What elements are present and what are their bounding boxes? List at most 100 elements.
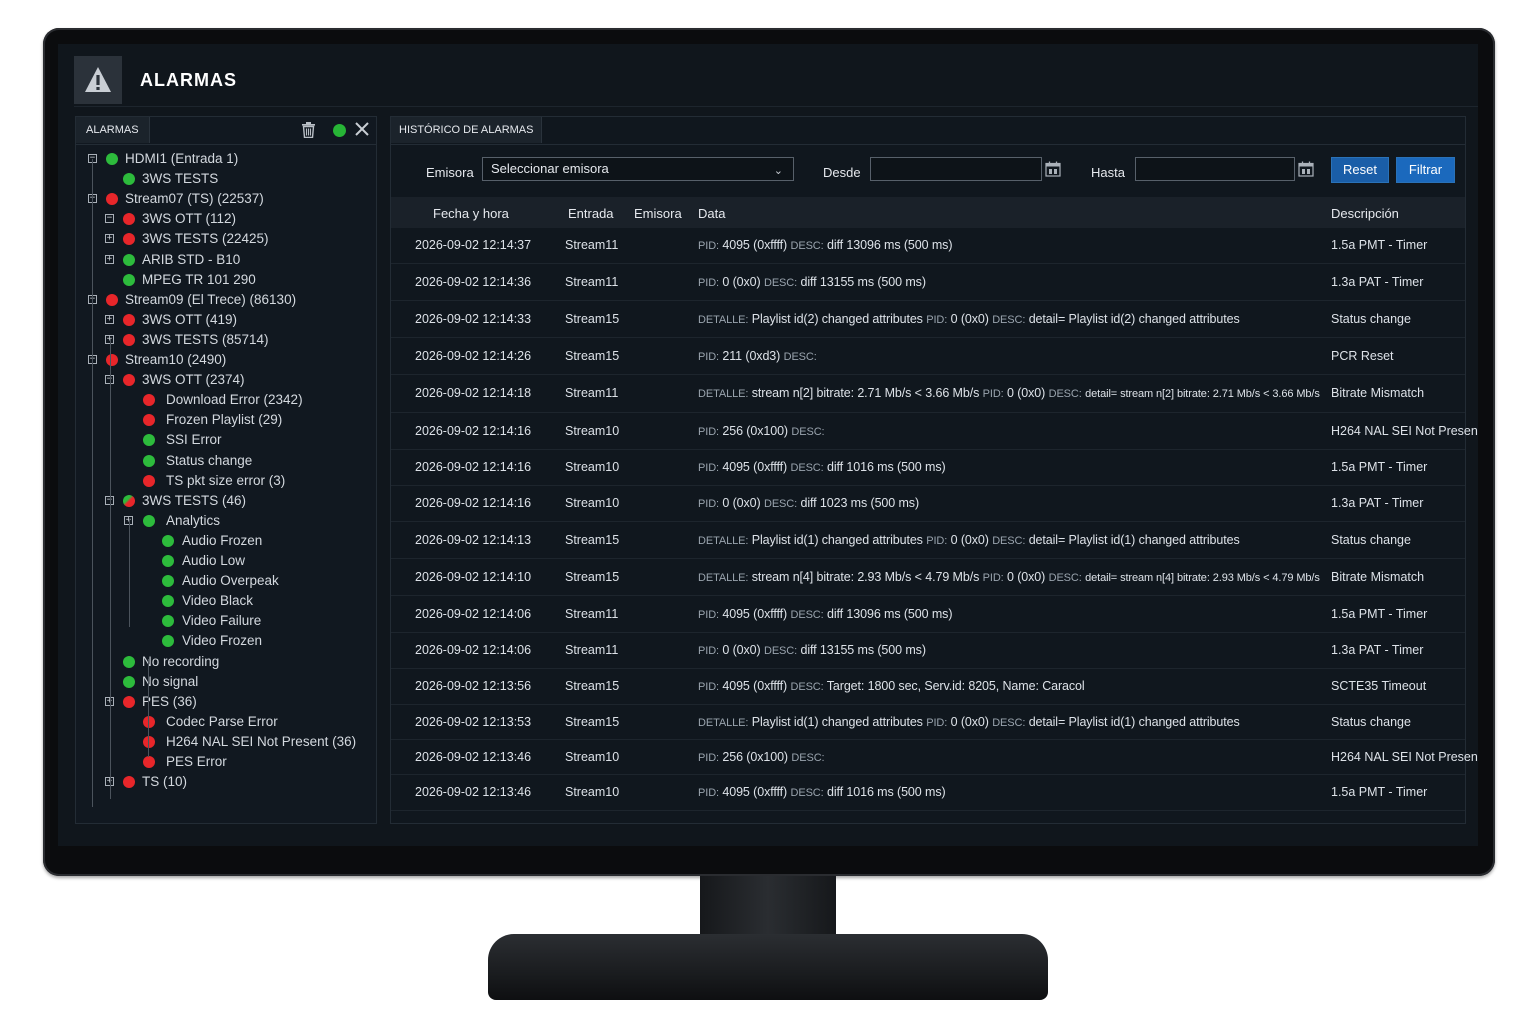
status-red-icon — [123, 313, 135, 326]
status-red-icon — [123, 776, 135, 789]
status-indicator-green[interactable] — [333, 124, 346, 137]
tree-node[interactable]: +PES (36) — [76, 692, 376, 712]
tree-node[interactable]: Video Black — [76, 591, 376, 611]
table-row[interactable]: 2026-09-02 12:14:33 Stream15 DETALLE: Play… — [391, 301, 1465, 338]
hasta-date-input[interactable] — [1135, 157, 1295, 181]
tree-node[interactable]: Video Frozen — [76, 631, 376, 651]
tree-node[interactable]: 3WS TESTS — [76, 169, 376, 189]
tree-node[interactable]: SSI Error — [76, 430, 376, 450]
table-row[interactable]: 2026-09-02 12:14:18 Stream11 DETALLE: stre… — [391, 375, 1465, 413]
table-row[interactable]: 2026-09-02 12:14:16 Stream10 PID: 256 (0x1… — [391, 413, 1478, 450]
expand-toggle-icon[interactable]: + — [105, 254, 114, 264]
tree-node-label: Stream10 (2490) — [125, 352, 227, 367]
expand-toggle-icon[interactable]: + — [105, 234, 114, 244]
cell-descripcion: PCR Reset — [1331, 349, 1394, 363]
tree-node[interactable]: Audio Overpeak — [76, 571, 376, 591]
status-red-icon — [106, 354, 118, 366]
tree-node[interactable]: MPEG TR 101 290 — [76, 270, 376, 290]
tree-node-label: Codec Parse Error — [166, 713, 278, 729]
tree-node[interactable]: +3WS TESTS (85714) — [76, 330, 376, 350]
expand-toggle-icon[interactable]: + — [105, 314, 114, 324]
collapse-toggle-icon[interactable]: − — [105, 214, 114, 224]
tree-node[interactable]: −3WS OTT (2374) — [76, 370, 376, 390]
tree-node[interactable]: − 3WS OTT (112) — [76, 209, 376, 229]
table-row[interactable]: 2026-09-02 12:14:13 Stream15 DETALLE: Play… — [391, 522, 1465, 559]
desde-date-input[interactable] — [870, 157, 1042, 181]
chevron-down-icon: ⌄ — [773, 165, 783, 177]
cell-entrada: Stream11 — [565, 386, 619, 400]
column-header-data[interactable]: Data — [698, 206, 725, 221]
table-row[interactable]: 2026-09-02 12:14:06 Stream11 PID: 4095 (0x… — [391, 596, 1465, 633]
column-header-fecha[interactable]: Fecha y hora — [433, 206, 509, 221]
tree-node[interactable]: Frozen Playlist (29) — [76, 410, 376, 430]
hasta-label: Hasta — [1091, 165, 1125, 180]
data-key: PID: — [698, 787, 719, 799]
tree-node[interactable]: −Stream10 (2490) — [76, 350, 376, 370]
tree-node[interactable]: No recording — [76, 652, 376, 672]
table-row[interactable]: 2026-09-02 12:14:06 Stream11 PID: 0 (0x0) … — [391, 633, 1465, 669]
data-key: DESC: — [1048, 388, 1082, 400]
cell-fecha: 2026-09-02 12:14:16 — [415, 496, 532, 510]
cell-descripcion: 1.3a PAT - Timer — [1331, 275, 1424, 289]
tree-node[interactable]: Download Error (2342) — [76, 390, 376, 410]
calendar-icon[interactable] — [1298, 161, 1314, 177]
tree-node[interactable]: Audio Low — [76, 551, 376, 571]
data-key: DESC: — [783, 351, 817, 363]
tree-node[interactable]: + ARIB STD - B10 — [76, 250, 376, 270]
reset-button[interactable]: Reset — [1331, 157, 1389, 183]
tab-historico-alarmas[interactable]: HISTÓRICO DE ALARMAS — [391, 117, 543, 143]
tree-node[interactable]: Status change — [76, 451, 376, 471]
table-row[interactable]: 2026-09-02 12:14:26 Stream15 PID: 211 (0xd… — [391, 338, 1465, 375]
page-title: ALARMAS — [140, 70, 237, 90]
tree-node[interactable]: −3WS TESTS (46) — [76, 491, 376, 511]
table-row[interactable]: 2026-09-02 12:13:46 Stream10 PID: 4095 (0x… — [391, 775, 1465, 811]
table-row[interactable]: 2026-09-02 12:13:53 Stream15 DETALLE: Play… — [391, 705, 1465, 740]
data-value: stream n[4] bitrate: 2.93 Mb/s < 4.79 Mb… — [751, 570, 980, 584]
tree-node[interactable]: TS pkt size error (3) — [76, 471, 376, 491]
cell-data: PID: 4095 (0xffff) DESC: diff 1016 ms (5… — [698, 460, 946, 474]
tree-node[interactable]: +Analytics — [76, 511, 376, 531]
tree-node[interactable]: +3WS OTT (419) — [76, 310, 376, 330]
tree-node[interactable]: PES Error — [76, 752, 376, 772]
tree-node[interactable]: +TS (10) — [76, 772, 376, 792]
tree-node[interactable]: Audio Frozen — [76, 531, 376, 551]
tree-node[interactable]: −Stream09 (El Trece) (86130) — [76, 290, 376, 310]
emisora-select[interactable]: Seleccionar emisora ⌄ — [482, 157, 794, 181]
table-row[interactable]: 2026-09-02 12:13:56 Stream15 PID: 4095 (0x… — [391, 669, 1465, 705]
table-row[interactable]: 2026-09-02 12:14:16 Stream10 PID: 4095 (0x… — [391, 450, 1465, 486]
cell-entrada: Stream15 — [565, 349, 620, 363]
tab-alarmas[interactable]: ALARMAS — [76, 117, 150, 143]
table-row[interactable]: 2026-09-02 12:14:16 Stream10 PID: 0 (0x0) … — [391, 486, 1465, 522]
table-row[interactable]: 2026-09-02 12:14:37 Stream11 PID: 4095 (0x… — [391, 228, 1465, 264]
tree-node[interactable]: Codec Parse Error — [76, 712, 376, 732]
table-row[interactable]: 2026-09-02 12:13:46 Stream10 PID: 256 (0x1… — [391, 740, 1478, 775]
tree-node[interactable]: H264 NAL SEI Not Present (36) — [76, 732, 376, 752]
tree-node[interactable]: Video Failure — [76, 611, 376, 631]
column-header-descripcion[interactable]: Descripción — [1331, 206, 1399, 221]
data-value: Playlist id(1) changed attributes — [751, 715, 923, 729]
tree-node[interactable]: No signal — [76, 672, 376, 692]
table-header: Fecha y hora Entrada Emisora Data Descri… — [391, 197, 1465, 228]
column-header-entrada[interactable]: Entrada — [568, 206, 614, 221]
cell-fecha: 2026-09-02 12:14:16 — [415, 424, 532, 438]
tree-node[interactable]: −Stream07 (TS) (22537) — [76, 189, 376, 209]
tree-node[interactable]: − HDMI1 (Entrada 1) — [76, 149, 376, 169]
tree-node[interactable]: +3WS TESTS (22425) — [76, 229, 376, 249]
cell-descripcion: H264 NAL SEI Not Present — [1331, 750, 1478, 764]
trash-icon[interactable] — [302, 122, 315, 138]
calendar-icon[interactable] — [1045, 161, 1061, 177]
data-value: diff 13096 ms (500 ms) — [826, 607, 953, 621]
data-value: detail= Playlist id(1) changed attribute… — [1028, 715, 1240, 729]
cell-entrada: Stream15 — [565, 533, 620, 547]
alarms-tree: −HDMI1 (Entrada 1)3WS TESTS−Stream07 (TS… — [76, 147, 376, 817]
status-red-icon — [143, 756, 155, 768]
tree-node-label: 3WS TESTS (85714) — [142, 331, 269, 347]
close-icon[interactable] — [355, 122, 369, 136]
tree-connector-line — [129, 519, 130, 627]
cell-entrada: Stream10 — [565, 460, 620, 474]
table-row[interactable]: 2026-09-02 12:14:36 Stream11 PID: 0 (0x0) … — [391, 264, 1465, 301]
cell-descripcion: 1.3a PAT - Timer — [1331, 643, 1424, 657]
filtrar-button[interactable]: Filtrar — [1396, 157, 1455, 183]
table-row[interactable]: 2026-09-02 12:14:10 Stream15 DETALLE: stre… — [391, 559, 1465, 596]
column-header-emisora[interactable]: Emisora — [634, 206, 682, 221]
